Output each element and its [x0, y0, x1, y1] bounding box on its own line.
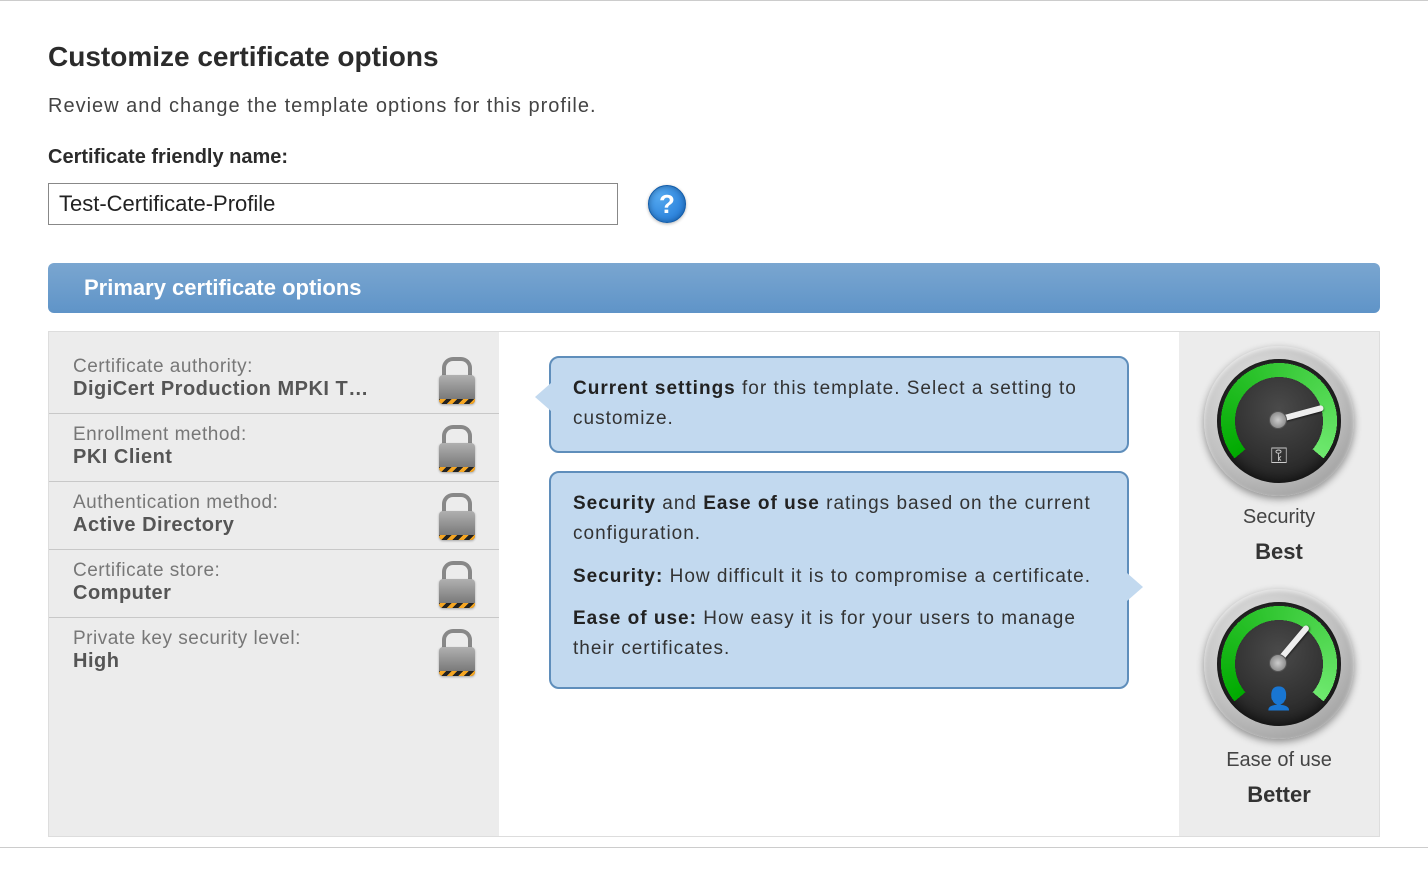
lock-icon: [439, 427, 475, 467]
user-icon: 👤: [1265, 686, 1292, 712]
lock-icon: [439, 563, 475, 603]
option-authentication-method[interactable]: Authentication method: Active Directory: [49, 482, 499, 550]
option-value: High: [73, 650, 429, 673]
option-label: Authentication method:: [73, 492, 429, 514]
option-label: Certificate store:: [73, 560, 429, 582]
options-panel: Certificate authority: DigiCert Producti…: [48, 331, 1380, 837]
option-value: Active Directory: [73, 514, 429, 537]
option-enrollment-method[interactable]: Enrollment method: PKI Client: [49, 414, 499, 482]
option-value: Computer: [73, 582, 429, 605]
page-subtitle: Review and change the template options f…: [48, 95, 1380, 118]
lock-icon: [439, 359, 475, 399]
option-certificate-authority[interactable]: Certificate authority: DigiCert Producti…: [49, 346, 499, 414]
option-value: DigiCert Production MPKI T…: [73, 378, 429, 401]
callout-ratings-explanation: Security and Ease of use ratings based o…: [549, 471, 1129, 689]
ease-gauge-label: Ease of use: [1226, 749, 1332, 772]
lock-icon: [439, 631, 475, 671]
option-label: Private key security level:: [73, 628, 429, 650]
ratings-panel: ⚿ Security Best 👤 Ease of use Better: [1179, 332, 1379, 836]
section-header-primary: Primary certificate options: [48, 263, 1380, 313]
callout-current-settings: Current settings for this template. Sele…: [549, 356, 1129, 453]
option-list: Certificate authority: DigiCert Producti…: [49, 332, 499, 836]
ease-of-use-gauge: 👤: [1204, 589, 1354, 739]
key-icon: ⚿: [1271, 443, 1288, 469]
page-title: Customize certificate options: [48, 41, 1380, 73]
friendly-name-label: Certificate friendly name:: [48, 146, 1380, 169]
security-gauge-label: Security: [1243, 506, 1315, 529]
option-label: Enrollment method:: [73, 424, 429, 446]
option-private-key-security[interactable]: Private key security level: High: [49, 618, 499, 685]
friendly-name-input[interactable]: [48, 183, 618, 225]
ease-gauge-rating: Better: [1247, 782, 1311, 808]
help-icon[interactable]: ?: [648, 185, 686, 223]
option-label: Certificate authority:: [73, 356, 429, 378]
option-certificate-store[interactable]: Certificate store: Computer: [49, 550, 499, 618]
security-gauge: ⚿: [1204, 346, 1354, 496]
info-panel: Current settings for this template. Sele…: [499, 332, 1179, 836]
lock-icon: [439, 495, 475, 535]
option-value: PKI Client: [73, 446, 429, 469]
security-gauge-rating: Best: [1255, 539, 1303, 565]
